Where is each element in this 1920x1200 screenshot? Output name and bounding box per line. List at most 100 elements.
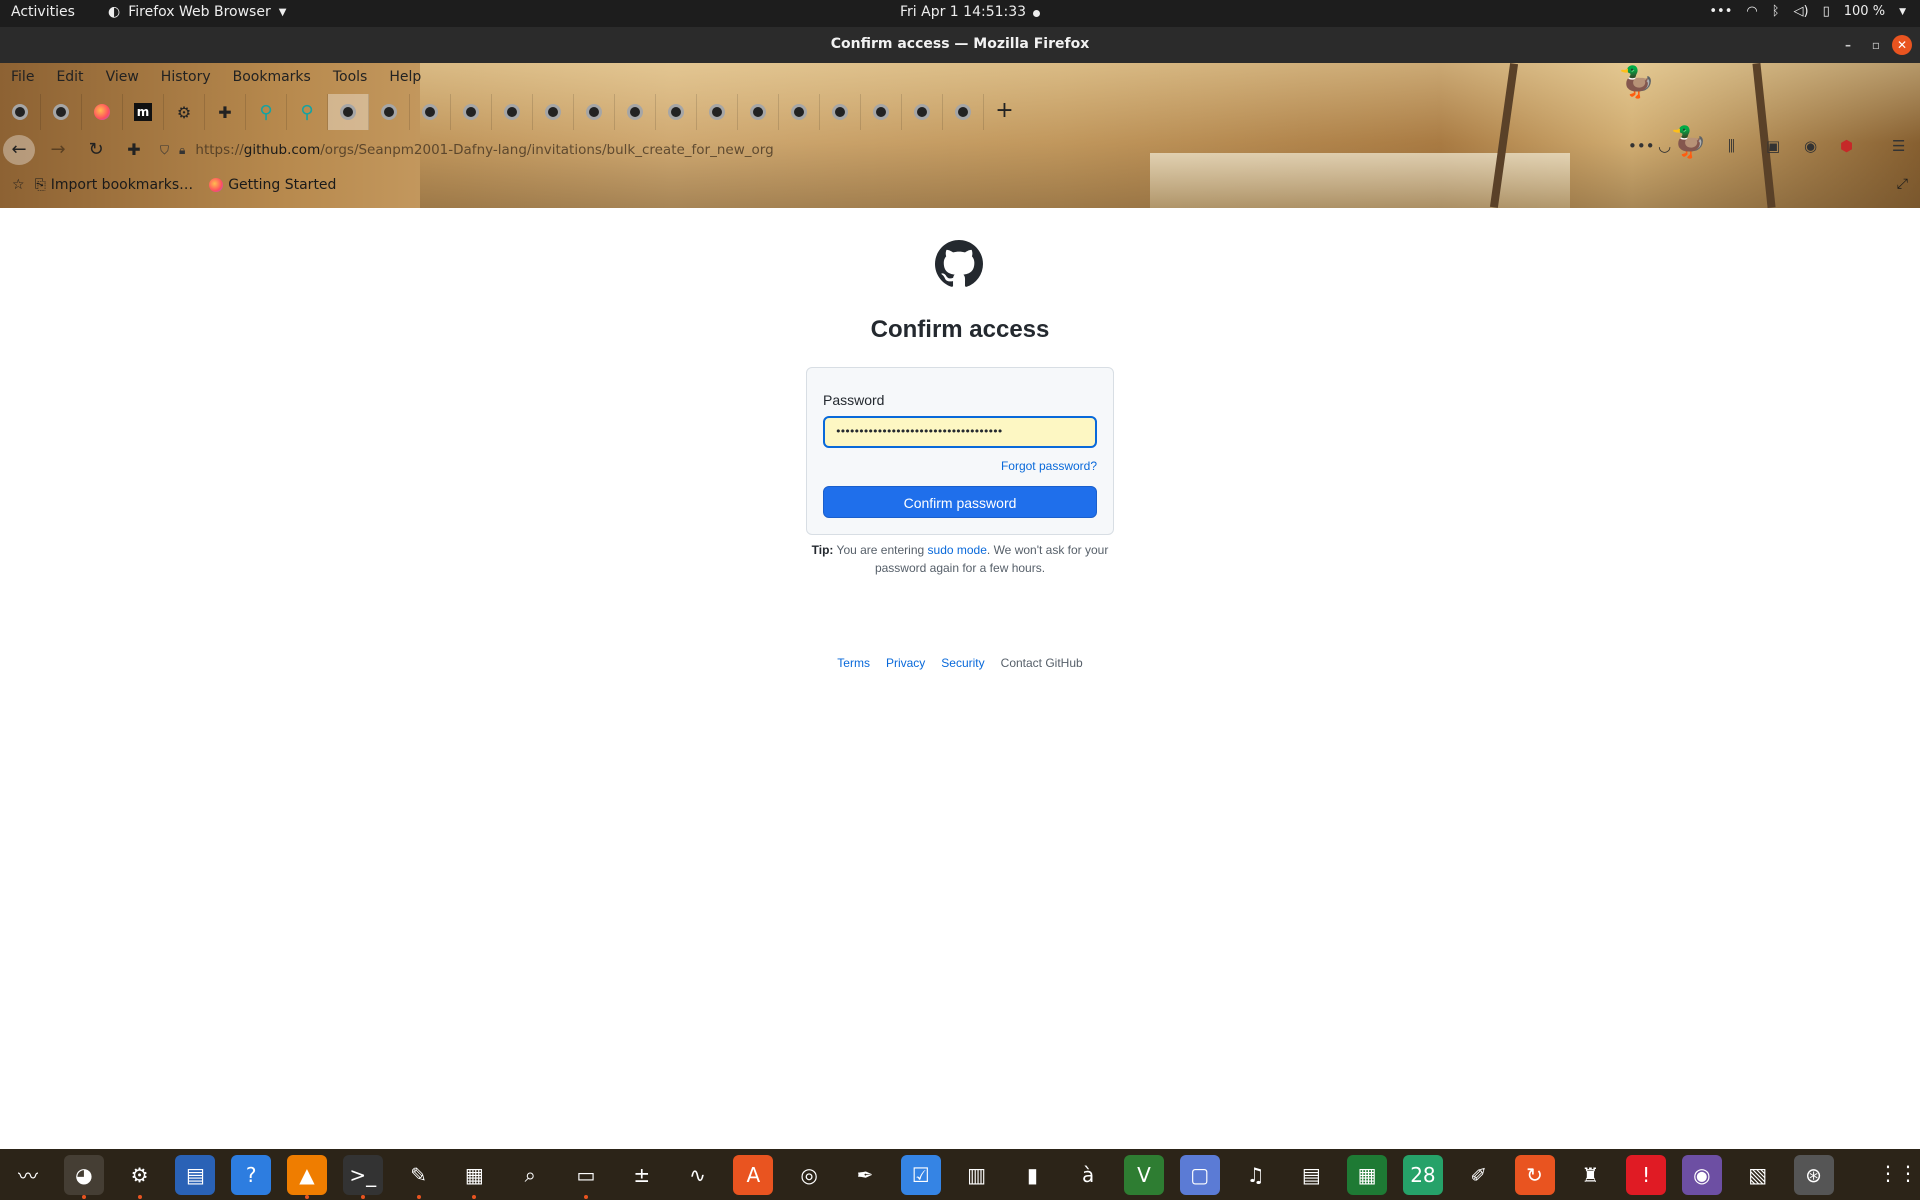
activities-button[interactable]: Activities [11, 4, 75, 20]
menu-edit[interactable]: Edit [45, 63, 94, 93]
ublock-icon[interactable]: ⬢ [1840, 137, 1853, 155]
footer-contact-link[interactable]: Contact GitHub [1001, 656, 1083, 670]
browser-tab[interactable] [369, 94, 410, 130]
browser-tab[interactable]: m [123, 94, 164, 130]
system-status-area[interactable]: ••• ◠ ᛒ ◁) ▯ 100 % ▼ [1709, 4, 1906, 19]
menu-view[interactable]: View [95, 63, 150, 93]
account-icon[interactable]: ◉ [1804, 137, 1817, 155]
browser-tab[interactable]: ⚲ [246, 94, 287, 130]
terminal-icon[interactable]: >_ [342, 1154, 383, 1199]
document-viewer-icon[interactable]: ▤ [1291, 1155, 1331, 1195]
sudo-mode-link[interactable]: sudo mode [928, 543, 987, 557]
footer-terms-link[interactable]: Terms [837, 656, 870, 670]
archive-icon[interactable]: ▮ [1012, 1155, 1052, 1195]
forward-button[interactable]: → [42, 135, 74, 165]
footer-security-link[interactable]: Security [941, 656, 984, 670]
close-window-icon[interactable]: ✕ [1892, 35, 1912, 55]
text-editor-icon[interactable]: ✎ [399, 1155, 439, 1199]
menu-history[interactable]: History [150, 63, 222, 93]
menu-bookmarks[interactable]: Bookmarks [222, 63, 322, 93]
browser-tab[interactable]: ⚙ [164, 94, 205, 130]
gimp-icon[interactable]: ✐ [1459, 1155, 1499, 1195]
browser-tab[interactable] [615, 94, 656, 130]
url-bar[interactable]: ⛉ 🔒︎ https:// github.com /orgs/Seanpm200… [160, 136, 1630, 164]
minimize-icon[interactable]: – [1838, 35, 1858, 55]
more-icon[interactable]: ••• [1709, 4, 1732, 19]
browser-tab[interactable] [820, 94, 861, 130]
sysmon-graph-icon[interactable]: ∿ [678, 1155, 718, 1195]
show-applications-icon[interactable]: ⋮⋮⋮ [1878, 1161, 1920, 1185]
password-field[interactable]: •••••••••••••••••••••••••••••••••••• [823, 416, 1097, 448]
pinta-icon[interactable]: ▧ [1738, 1155, 1778, 1195]
app-menu-icon[interactable]: ☰ [1892, 137, 1905, 155]
browser-tab[interactable] [410, 94, 451, 130]
menu-file[interactable]: File [0, 63, 45, 93]
calculator-icon[interactable]: ± [622, 1155, 662, 1195]
alert-icon[interactable]: ! [1626, 1154, 1667, 1195]
camera-icon[interactable]: ◉ [1681, 1154, 1722, 1195]
browser-tab[interactable]: ⚲ [287, 94, 328, 130]
clock[interactable]: Fri Apr 1 14:51:33 [900, 4, 1026, 20]
vlc-icon[interactable]: ▲ [286, 1154, 327, 1199]
new-tab-button[interactable]: + [984, 94, 1025, 130]
menu-tools[interactable]: Tools [322, 63, 379, 93]
presentation-icon[interactable]: ▥ [957, 1155, 997, 1195]
back-button[interactable]: ← [3, 135, 35, 165]
app-store-icon[interactable]: A [733, 1154, 774, 1195]
disk-utility-icon[interactable]: ◎ [789, 1155, 829, 1195]
settings-icon[interactable]: ⚙ [120, 1155, 160, 1199]
ubuntu-update-icon[interactable]: ↻ [1514, 1154, 1555, 1195]
puzzle-game-icon[interactable]: ▦ [454, 1155, 494, 1199]
tasks-icon[interactable]: ☑ [900, 1154, 941, 1195]
browser-tab[interactable] [779, 94, 820, 130]
browser-tab[interactable]: ✚ [205, 94, 246, 130]
pocket-icon[interactable]: ◡ [1658, 137, 1671, 155]
image-viewer-icon[interactable]: ⌕ [510, 1155, 550, 1195]
software-updater-icon[interactable]: ⊛ [1793, 1154, 1834, 1195]
game-icon[interactable]: ♜ [1570, 1155, 1610, 1195]
help-icon[interactable]: ? [231, 1154, 272, 1195]
browser-tab[interactable] [533, 94, 574, 130]
browser-tab[interactable] [328, 94, 369, 130]
system-monitor-icon[interactable]: 〰 [8, 1155, 48, 1195]
import-bookmarks-item[interactable]: ⎘ Import bookmarks… [35, 177, 194, 193]
browser-tab[interactable] [82, 94, 123, 130]
firefox-icon[interactable]: ◕ [63, 1154, 104, 1199]
browser-tab[interactable] [492, 94, 533, 130]
music-icon[interactable]: ♫ [1236, 1155, 1276, 1195]
files-icon[interactable]: ▭ [566, 1155, 606, 1199]
browser-tab[interactable] [738, 94, 779, 130]
browser-tab[interactable] [0, 94, 41, 130]
extensions-button[interactable]: ✚ [118, 135, 150, 165]
menu-help[interactable]: Help [378, 63, 432, 93]
expand-icon[interactable]: ⤢ [1897, 176, 1908, 192]
footer-privacy-link[interactable]: Privacy [886, 656, 925, 670]
page-actions-icon[interactable]: ••• [1628, 137, 1655, 155]
browser-tab[interactable] [451, 94, 492, 130]
forgot-password-link[interactable]: Forgot password? [1001, 459, 1097, 473]
vim-icon[interactable]: V [1123, 1154, 1164, 1195]
character-map-icon[interactable]: à [1068, 1155, 1108, 1195]
browser-tab[interactable] [697, 94, 738, 130]
browser-tab[interactable] [574, 94, 615, 130]
writer-icon[interactable]: ▤ [175, 1154, 216, 1195]
getting-started-bookmark[interactable]: Getting Started [209, 177, 336, 193]
lock-icon[interactable]: 🔒︎ [179, 143, 185, 158]
library-icon[interactable]: ⫼ [1728, 137, 1735, 155]
browser-tab[interactable] [41, 94, 82, 130]
screen-recorder-icon[interactable]: ▢ [1179, 1154, 1220, 1195]
browser-tab[interactable] [861, 94, 902, 130]
calendar-icon[interactable]: 28 [1402, 1154, 1443, 1195]
bookmark-star-icon[interactable]: ☆ [12, 177, 25, 193]
github-logo-icon[interactable] [935, 240, 983, 288]
sidebar-icon[interactable]: ▣ [1766, 137, 1780, 155]
maximize-icon[interactable]: ▫ [1866, 35, 1886, 55]
confirm-password-button[interactable]: Confirm password [823, 486, 1097, 518]
inkscape-icon[interactable]: ✒ [845, 1155, 885, 1195]
browser-tab[interactable] [902, 94, 943, 130]
browser-tab[interactable] [656, 94, 697, 130]
app-menu[interactable]: ◐ Firefox Web Browser ▼ [108, 4, 286, 20]
browser-tab[interactable] [943, 94, 984, 130]
spreadsheet-icon[interactable]: ▦ [1347, 1154, 1388, 1195]
shield-icon[interactable]: ⛉ [160, 143, 169, 158]
